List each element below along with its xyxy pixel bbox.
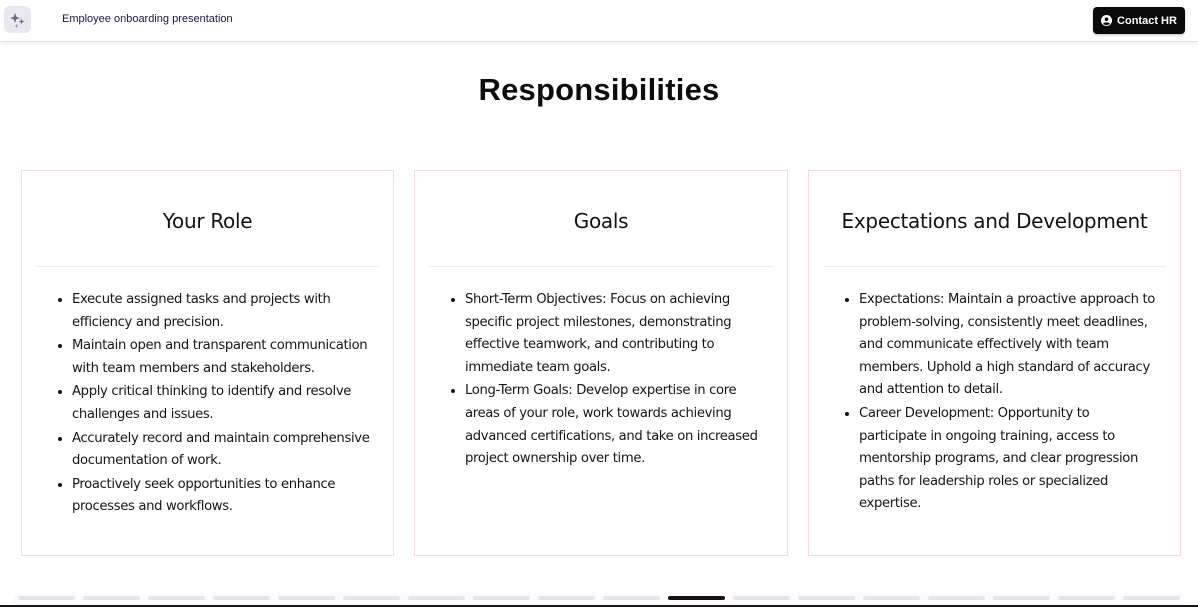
progress-segment[interactable] bbox=[1123, 596, 1180, 600]
app-logo[interactable] bbox=[4, 6, 31, 33]
progress-segment[interactable] bbox=[213, 596, 270, 600]
list-item: Short-Term Objectives: Focus on achievin… bbox=[465, 288, 767, 379]
progress-segment[interactable] bbox=[18, 596, 75, 600]
sparkles-icon bbox=[9, 12, 24, 28]
list-item: Accurately record and maintain comprehen… bbox=[72, 427, 373, 473]
list-item: Apply critical thinking to identify and … bbox=[72, 380, 373, 426]
progress-segment[interactable] bbox=[1058, 596, 1115, 600]
card-heading: Goals bbox=[573, 209, 629, 233]
progress-segment-active[interactable] bbox=[668, 596, 725, 600]
card-list: Expectations: Maintain a proactive appro… bbox=[859, 288, 1160, 516]
progress-segment[interactable] bbox=[148, 596, 205, 600]
progress-segment[interactable] bbox=[928, 596, 985, 600]
progress-segment[interactable] bbox=[538, 596, 595, 600]
contact-hr-label: Contact HR bbox=[1117, 14, 1177, 27]
card-goals: Goals Short-Term Objectives: Focus on ac… bbox=[414, 170, 788, 556]
progress-segment[interactable] bbox=[733, 596, 790, 600]
list-item: Career Development: Opportunity to parti… bbox=[859, 402, 1160, 516]
progress-segment[interactable] bbox=[408, 596, 465, 600]
list-item: Long-Term Goals: Develop expertise in co… bbox=[465, 379, 767, 470]
list-item: Execute assigned tasks and projects with… bbox=[72, 288, 373, 334]
card-list: Execute assigned tasks and projects with… bbox=[72, 288, 373, 519]
progress-segment[interactable] bbox=[343, 596, 400, 600]
top-bar: Employee onboarding presentation Contact… bbox=[0, 0, 1198, 42]
card-list: Short-Term Objectives: Focus on achievin… bbox=[465, 288, 767, 471]
progress-segment[interactable] bbox=[798, 596, 855, 600]
card-expectations-development: Expectations and Development Expectation… bbox=[808, 170, 1181, 556]
card-divider bbox=[429, 266, 773, 267]
progress-segment[interactable] bbox=[278, 596, 335, 600]
card-heading: Expectations and Development bbox=[841, 209, 1148, 233]
card-your-role: Your Role Execute assigned tasks and pro… bbox=[21, 170, 394, 556]
progress-segment[interactable] bbox=[83, 596, 140, 600]
list-item: Expectations: Maintain a proactive appro… bbox=[859, 288, 1160, 402]
user-circle-icon bbox=[1101, 15, 1113, 26]
progress-segment[interactable] bbox=[603, 596, 660, 600]
list-item: Proactively seek opportunities to enhanc… bbox=[72, 473, 373, 519]
slide-title: Responsibilities bbox=[478, 72, 720, 107]
slide-progress-bar bbox=[13, 593, 1185, 605]
presentation-title: Employee onboarding presentation bbox=[62, 13, 233, 25]
card-heading: Your Role bbox=[162, 209, 253, 233]
progress-segment[interactable] bbox=[863, 596, 920, 600]
progress-segment[interactable] bbox=[473, 596, 530, 600]
card-divider bbox=[36, 266, 379, 267]
contact-hr-button[interactable]: Contact HR bbox=[1093, 7, 1185, 34]
list-item: Maintain open and transparent communicat… bbox=[72, 334, 373, 380]
progress-segment[interactable] bbox=[993, 596, 1050, 600]
card-divider bbox=[823, 266, 1166, 267]
